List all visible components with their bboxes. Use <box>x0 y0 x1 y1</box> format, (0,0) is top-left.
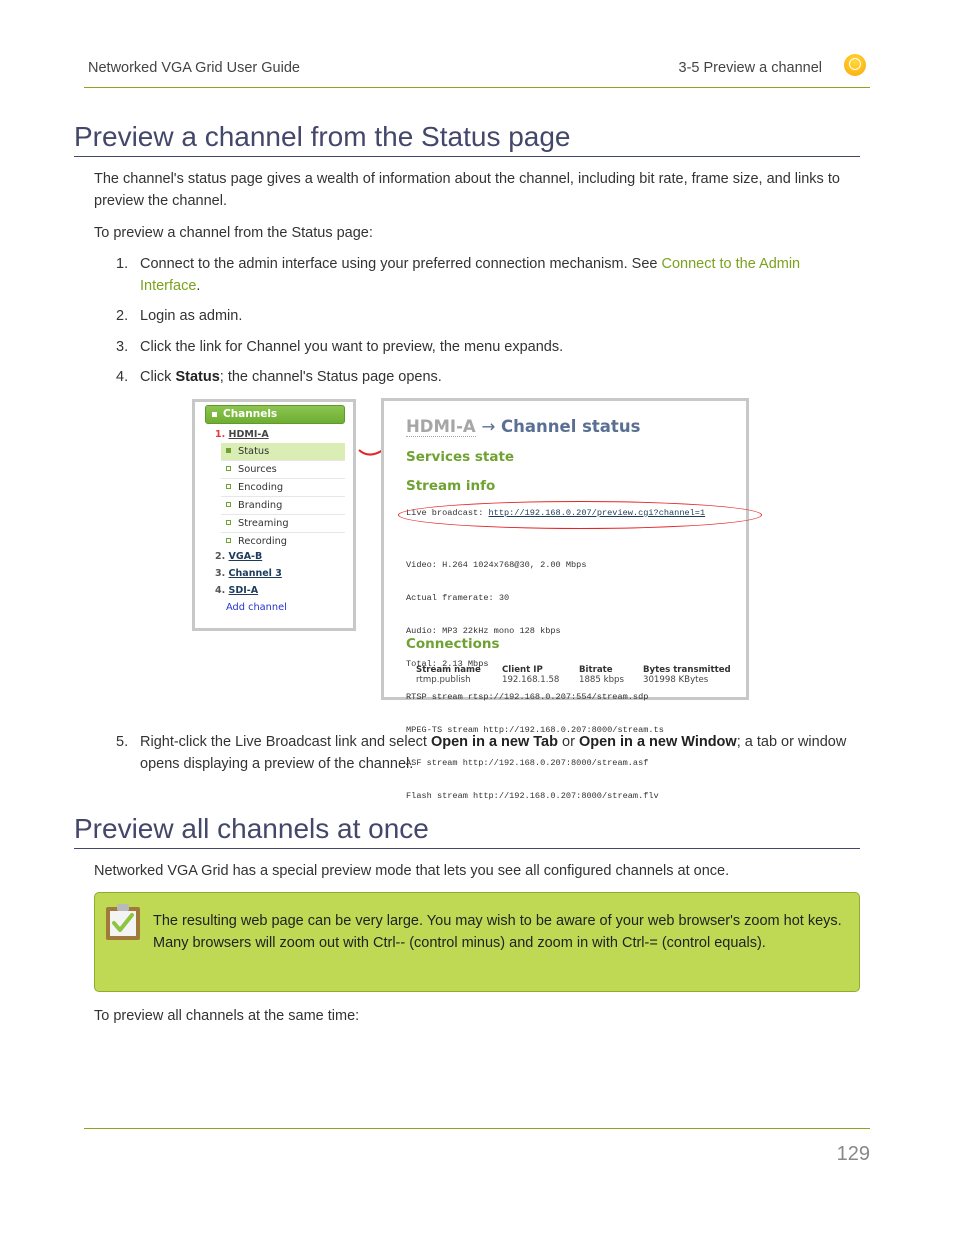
table-cell: 192.168.1.58 <box>502 675 560 685</box>
sidebar-channel-sdi-a[interactable]: 4. SDI-A <box>215 585 258 596</box>
stream-info-heading: Stream info <box>406 478 496 494</box>
submenu-label: Branding <box>238 500 283 511</box>
square-bullet-icon <box>226 537 231 543</box>
section2-lead: To preview all channels at the same time… <box>94 1008 360 1024</box>
status-bold: Status <box>175 369 220 385</box>
submenu-recording[interactable]: Recording <box>221 533 345 551</box>
sidebar-channel-vga-b[interactable]: 2. VGA-B <box>215 551 262 562</box>
step-text: Login as admin. <box>140 308 243 324</box>
square-bullet-icon <box>226 447 231 453</box>
square-bullet-icon <box>226 483 231 489</box>
step-number: 4. <box>116 369 129 385</box>
info-line: RTSP stream rtsp://192.168.0.207:554/str… <box>406 692 649 702</box>
step-text: Click the link for Channel you want to p… <box>140 339 564 355</box>
step-5: 5. Right-click the Live Broadcast link a… <box>116 731 856 775</box>
breadcrumb-page: Channel status <box>501 417 641 436</box>
col-client-ip: Client IP 192.168.1.58 <box>502 665 559 685</box>
channel-link[interactable]: SDI-A <box>229 585 259 596</box>
step-text-mid: or <box>557 734 579 750</box>
channel-link[interactable]: Channel 3 <box>229 568 282 579</box>
channel-number: 2. <box>215 551 226 562</box>
step-2: 2. Login as admin. <box>116 305 856 327</box>
col-stream-name: Stream name rtmp.publish <box>416 665 481 685</box>
add-channel-link[interactable]: Add channel <box>226 602 287 613</box>
section-title: 3-5 Preview a channel <box>678 60 822 76</box>
section-heading-preview-channel: Preview a channel from the Status page <box>74 120 860 157</box>
channel-link[interactable]: HDMI-A <box>229 429 269 440</box>
section2-intro: Networked VGA Grid has a special preview… <box>94 863 730 879</box>
highlight-oval <box>398 501 762 529</box>
table-cell: 1885 kbps <box>579 675 624 685</box>
section-heading-preview-all: Preview all channels at once <box>74 812 860 849</box>
channel-number: 1. <box>215 429 226 440</box>
step-text: Click <box>140 369 176 385</box>
guide-title: Networked VGA Grid User Guide <box>88 60 300 76</box>
open-new-tab-bold: Open in a new Tab <box>430 734 558 750</box>
submenu-label: Recording <box>238 536 287 547</box>
submenu-label: Encoding <box>238 482 284 493</box>
note-box: The resulting web page can be very large… <box>94 892 860 992</box>
submenu-label: Streaming <box>238 518 289 529</box>
square-bullet-icon <box>226 465 231 471</box>
table-header: Stream name <box>416 665 481 675</box>
section1-intro: The channel's status page gives a wealth… <box>94 171 840 209</box>
step-number: 1. <box>116 256 129 272</box>
step-3: 3. Click the link for Channel you want t… <box>116 336 856 358</box>
channel-link[interactable]: VGA-B <box>229 551 263 562</box>
note-text: The resulting web page can be very large… <box>153 913 842 951</box>
step-text-end: ; the channel's Status page opens. <box>219 369 442 385</box>
table-header: Client IP <box>502 665 543 675</box>
square-bullet-icon <box>212 411 217 417</box>
epiphan-logo-icon <box>844 54 866 76</box>
status-breadcrumb: HDMI-A → Channel status <box>406 417 641 437</box>
submenu-label: Sources <box>238 464 277 475</box>
col-bytes: Bytes transmitted 301998 KBytes <box>643 665 731 685</box>
page-header: Networked VGA Grid User Guide 3-5 Previe… <box>84 52 870 88</box>
step-number: 5. <box>116 734 129 750</box>
step-number: 3. <box>116 339 129 355</box>
table-cell: 301998 KBytes <box>643 675 709 685</box>
page-footer: 129 <box>84 1128 870 1165</box>
step-text-end: . <box>196 278 201 294</box>
channel-number: 4. <box>215 585 226 596</box>
services-state-heading: Services state <box>406 449 515 465</box>
breadcrumb-channel-link[interactable]: HDMI-A <box>406 417 476 437</box>
page-number: 129 <box>836 1143 870 1165</box>
info-line: Video: H.264 1024x768@30, 2.00 Mbps <box>406 560 587 570</box>
breadcrumb-arrow-icon: → <box>481 417 496 436</box>
channels-header: Channels <box>205 405 345 424</box>
step-1: 1. Connect to the admin interface using … <box>116 253 856 297</box>
submenu-label: Status <box>238 446 270 457</box>
square-bullet-icon <box>226 501 231 507</box>
submenu-streaming[interactable]: Streaming <box>221 515 345 533</box>
sidebar-channel-3[interactable]: 3. Channel 3 <box>215 568 282 579</box>
sidebar-channel-hdmi-a[interactable]: 1. HDMI-A <box>215 429 269 440</box>
table-cell: rtmp.publish <box>416 675 471 685</box>
step-text: Connect to the admin interface using you… <box>140 256 662 272</box>
channel-status-screenshot: HDMI-A → Channel status Services state S… <box>381 398 762 801</box>
sidebar-screenshot: Channels 1. HDMI-A Status Sources Encodi… <box>192 399 356 631</box>
clipboard-check-icon <box>106 904 140 940</box>
connections-heading: Connections <box>406 636 500 652</box>
submenu-sources[interactable]: Sources <box>221 461 345 479</box>
submenu-encoding[interactable]: Encoding <box>221 479 345 497</box>
step-4: 4. Click Status; the channel's Status pa… <box>116 366 856 388</box>
submenu-status[interactable]: Status <box>221 443 345 461</box>
info-line: Flash stream http://192.168.0.207:8000/s… <box>406 791 659 801</box>
section1-lead: To preview a channel from the Status pag… <box>94 225 373 241</box>
open-new-window-bold: Open in a new Window <box>578 734 737 750</box>
table-header: Bitrate <box>579 665 613 675</box>
channels-header-label: Channels <box>223 408 278 420</box>
channel-number: 3. <box>215 568 226 579</box>
square-bullet-icon <box>226 519 231 525</box>
table-header: Bytes transmitted <box>643 665 731 675</box>
info-line: Actual framerate: 30 <box>406 593 510 603</box>
submenu-branding[interactable]: Branding <box>221 497 345 515</box>
step-text: Right-click the Live Broadcast link and … <box>140 734 431 750</box>
step-number: 2. <box>116 308 129 324</box>
col-bitrate: Bitrate 1885 kbps <box>579 665 624 685</box>
